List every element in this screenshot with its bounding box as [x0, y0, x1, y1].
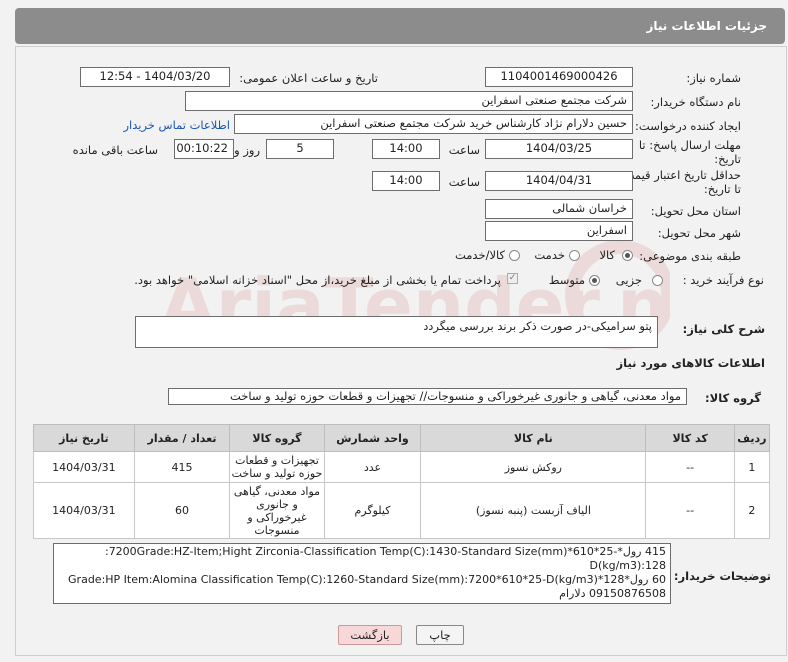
payment-checkbox[interactable]: ✓	[507, 273, 518, 284]
cell-qty: 415	[133, 451, 231, 483]
need-number-label: شماره نیاز:	[686, 71, 741, 85]
category-option-service: خدمت	[534, 248, 565, 262]
deadline-date-field: 1404/03/25	[485, 139, 633, 159]
remaining-field: 00:10:22	[174, 139, 234, 159]
buyer-notes-line: D(kg/m3):128	[589, 559, 666, 572]
process-label: نوع فرآیند خرید :	[682, 273, 764, 287]
goods-table: ردیف کد کالا نام کالا واحد شمارش گروه کا…	[33, 424, 771, 539]
cell-name: الیاف آزبست (پنبه نسوز)	[420, 482, 647, 539]
col-code: کد کالا	[645, 424, 735, 452]
announce-label: تاریخ و ساعت اعلان عمومی:	[239, 71, 378, 85]
need-number-field: 1104001469000426	[485, 67, 633, 87]
buyer-notes-label: توضیحات خریدار:	[673, 569, 771, 583]
validity-label-date: تا تاریخ:	[703, 182, 741, 196]
cell-date: 1404/03/31	[33, 482, 135, 539]
col-qty: تعداد / مقدار	[133, 424, 231, 452]
deadline-time-label: ساعت	[448, 143, 480, 157]
creator-label: ایجاد کننده درخواست:	[635, 119, 741, 133]
cell-group: مواد معدنی، گیاهی و جانوری غیرخوراکی و م…	[229, 482, 325, 539]
category-option-both: کالا/خدمت	[454, 248, 505, 262]
table-row[interactable]: 2 -- الیاف آزبست (پنبه نسوز) کیلوگرم موا…	[33, 482, 771, 539]
cell-name: روکش نسوز	[420, 451, 647, 483]
cell-unit: کیلوگرم	[323, 482, 422, 539]
remaining-label: ساعت باقی مانده	[72, 143, 158, 157]
city-field: اسفراین	[485, 221, 633, 241]
description-label: شرح کلی نیاز:	[682, 322, 765, 336]
province-label: استان محل تحویل:	[650, 204, 741, 218]
cell-group: تجهیزات و قطعات حوزه تولید و ساخت	[229, 451, 325, 483]
creator-field: حسین دلارام نژاد کارشناس خرید شرکت مجتمع…	[234, 114, 633, 134]
category-radio-both[interactable]	[509, 250, 520, 261]
deadline-label-date: تاریخ:	[714, 152, 741, 166]
col-unit: واحد شمارش	[323, 424, 422, 452]
goods-group-field: مواد معدنی، گیاهی و جانوری غیرخوراکی و م…	[168, 388, 687, 405]
province-field: خراسان شمالی	[485, 199, 633, 219]
page-title: جزئیات اطلاعات نیاز	[646, 19, 767, 33]
cell-unit: عدد	[323, 451, 422, 483]
announce-field: 1404/03/20 - 12:54	[80, 67, 230, 87]
city-label: شهر محل تحویل:	[657, 226, 741, 240]
buyer-org-field: شرکت مجتمع صنعتی اسفراین	[185, 91, 633, 111]
cell-qty: 60	[133, 482, 231, 539]
process-option-minor: جزیی	[615, 273, 642, 287]
cell-code: --	[645, 451, 735, 483]
col-group: گروه کالا	[229, 424, 325, 452]
description-field: پتو سرامیکی-در صورت ذکر برند بررسی میگرد…	[135, 316, 658, 348]
title-bar: جزئیات اطلاعات نیاز	[15, 8, 785, 44]
cell-row: 1	[733, 451, 771, 483]
validity-time-label: ساعت	[448, 175, 480, 189]
goods-section-title: اطلاعات کالاهای مورد نیاز	[616, 356, 765, 370]
validity-time-field: 14:00	[372, 171, 440, 191]
days-field: 5	[266, 139, 334, 159]
payment-note: پرداخت تمام یا بخشی از مبلغ خرید،از محل …	[134, 273, 501, 287]
cell-code: --	[645, 482, 735, 539]
category-radio-goods[interactable]	[622, 250, 633, 261]
category-option-goods: کالا	[599, 248, 615, 262]
process-radio-medium[interactable]	[589, 275, 600, 286]
process-option-medium: متوسط	[548, 273, 585, 287]
cell-date: 1404/03/31	[33, 451, 135, 483]
goods-table-header: ردیف کد کالا نام کالا واحد شمارش گروه کا…	[33, 424, 771, 452]
back-button[interactable]: بازگشت	[338, 625, 402, 645]
cell-row: 2	[733, 482, 771, 539]
buyer-notes-line: 60 رول*128*Grade:HP Item:Alomina Classif…	[68, 573, 666, 586]
col-row: ردیف	[733, 424, 771, 452]
deadline-label: مهلت ارسال پاسخ: تا	[638, 138, 741, 152]
validity-label: حداقل تاریخ اعتبار قیمت:	[619, 168, 741, 182]
table-row[interactable]: 1 -- روکش نسوز عدد تجهیزات و قطعات حوزه …	[33, 451, 771, 483]
goods-group-label: گروه کالا:	[705, 391, 761, 405]
days-label: روز و	[234, 143, 260, 157]
category-label: طبقه بندی موضوعی:	[639, 249, 741, 263]
buyer-notes-field: 415 رول*-25*610*7200Grade:HZ-Item;Hight …	[53, 543, 671, 604]
buyer-notes-line: 415 رول*-25*610*7200Grade:HZ-Item;Hight …	[104, 545, 666, 558]
col-name: نام کالا	[420, 424, 647, 452]
process-radio-minor[interactable]	[652, 275, 663, 286]
category-radio-service[interactable]	[569, 250, 580, 261]
buyer-notes-line: 09150876508 دلارام	[559, 587, 666, 600]
print-button[interactable]: چاپ	[416, 625, 464, 645]
col-date: تاریخ نیاز	[33, 424, 135, 452]
deadline-time-field: 14:00	[372, 139, 440, 159]
validity-date-field: 1404/04/31	[485, 171, 633, 191]
buyer-org-label: نام دستگاه خریدار:	[650, 95, 741, 109]
buyer-contact-link[interactable]: اطلاعات تماس خریدار	[123, 118, 230, 132]
